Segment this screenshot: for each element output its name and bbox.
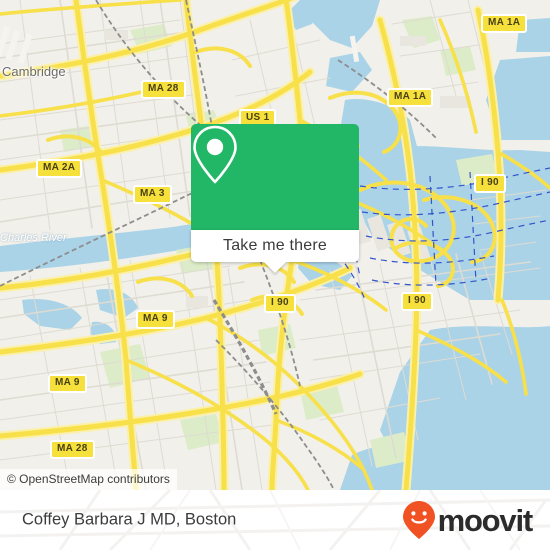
callout-pointer — [264, 262, 286, 273]
route-shield[interactable]: MA 1A — [387, 88, 434, 107]
route-shield[interactable]: MA 2A — [36, 159, 83, 178]
take-me-there-button[interactable]: Take me there — [191, 230, 359, 262]
route-shield[interactable]: MA 28 — [50, 440, 95, 459]
map-canvas[interactable]: .w{fill:#aad3e8} .park{fill:#dcecc8} .bl… — [0, 0, 550, 490]
route-shield[interactable]: I 90 — [401, 292, 433, 311]
moovit-wordmark: moovit — [437, 502, 534, 538]
footer-bar: Coffey Barbara J MD, Boston moovit — [0, 490, 550, 550]
route-shield[interactable]: MA 3 — [133, 185, 172, 204]
route-shield[interactable]: MA 9 — [48, 374, 87, 393]
map-water-label: Charles River — [0, 232, 67, 244]
place-title: Coffey Barbara J MD, Boston — [22, 510, 237, 529]
route-shield[interactable]: MA 28 — [141, 80, 186, 99]
callout-image-area — [191, 124, 359, 230]
route-shield[interactable]: I 90 — [264, 294, 296, 313]
moovit-place-card: .w{fill:#aad3e8} .park{fill:#dcecc8} .bl… — [0, 0, 550, 550]
map-attribution[interactable]: © OpenStreetMap contributors — [0, 469, 177, 490]
moovit-logo[interactable]: moovit — [402, 500, 534, 540]
route-shield[interactable]: MA 9 — [136, 310, 175, 329]
map-pin-icon — [193, 125, 237, 184]
take-me-there-label: Take me there — [223, 237, 327, 254]
map-city-label: Cambridge — [2, 64, 66, 79]
route-shield[interactable]: MA 1A — [481, 14, 528, 33]
route-shield[interactable]: I 90 — [474, 174, 506, 193]
place-callout[interactable]: Take me there — [191, 124, 359, 273]
moovit-pin-icon — [402, 501, 435, 539]
